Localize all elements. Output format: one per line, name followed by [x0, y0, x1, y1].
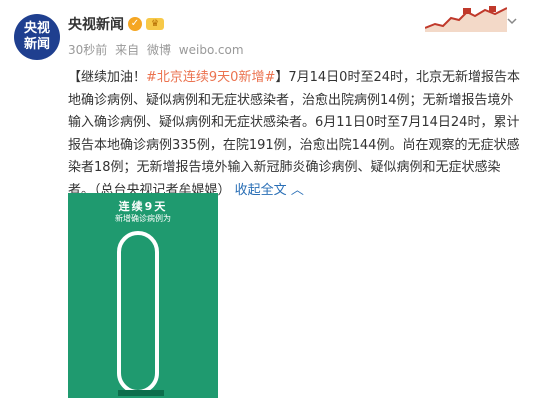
chevron-down-icon[interactable] [507, 16, 517, 26]
avatar[interactable]: 央视 新闻 [14, 14, 60, 60]
post-image[interactable]: 连续9天 新增确诊病例为 [68, 193, 218, 398]
collapse-label: 收起全文 [234, 182, 287, 198]
post-source[interactable]: 微博 [147, 43, 171, 57]
account-header: 央视新闻 ✓ ♛ [68, 14, 164, 34]
collapse-link[interactable]: 收起全文 ︿ [235, 183, 304, 198]
post-time[interactable]: 30秒前 [68, 43, 107, 57]
tag-close: 】 [275, 70, 289, 85]
avatar-text-bottom: 新闻 [23, 37, 50, 52]
image-line2: 新增确诊病例为 [115, 214, 171, 223]
chevron-up-icon: ︿ [290, 182, 304, 198]
post-meta: 30秒前 来自 微博 weibo.com [68, 41, 248, 58]
post-body: 7月14日0时至24时，北京无新增报告本地确诊病例、疑似病例和无症状感染者，治愈… [68, 70, 520, 198]
image-big-zero [117, 231, 159, 394]
image-line1: 连续9天 [118, 200, 168, 213]
post-content: 【继续加油！#北京连续9天0新增#】7月14日0时至24时，北京无新增报告本地确… [68, 67, 523, 202]
avatar-text-top: 央视 [23, 21, 50, 36]
verified-icon: ✓ [128, 17, 142, 31]
hashtag-link[interactable]: #北京连续9天0新增# [146, 70, 275, 85]
great-wall-decoration-icon [425, 6, 507, 32]
tag-open: 【继续加油！ [68, 70, 147, 85]
source-prefix: 来自 [115, 43, 140, 57]
image-footer-bar [118, 390, 164, 396]
member-badge-icon[interactable]: ♛ [146, 18, 164, 30]
post-site[interactable]: weibo.com [179, 43, 244, 57]
account-name[interactable]: 央视新闻 [68, 14, 124, 34]
